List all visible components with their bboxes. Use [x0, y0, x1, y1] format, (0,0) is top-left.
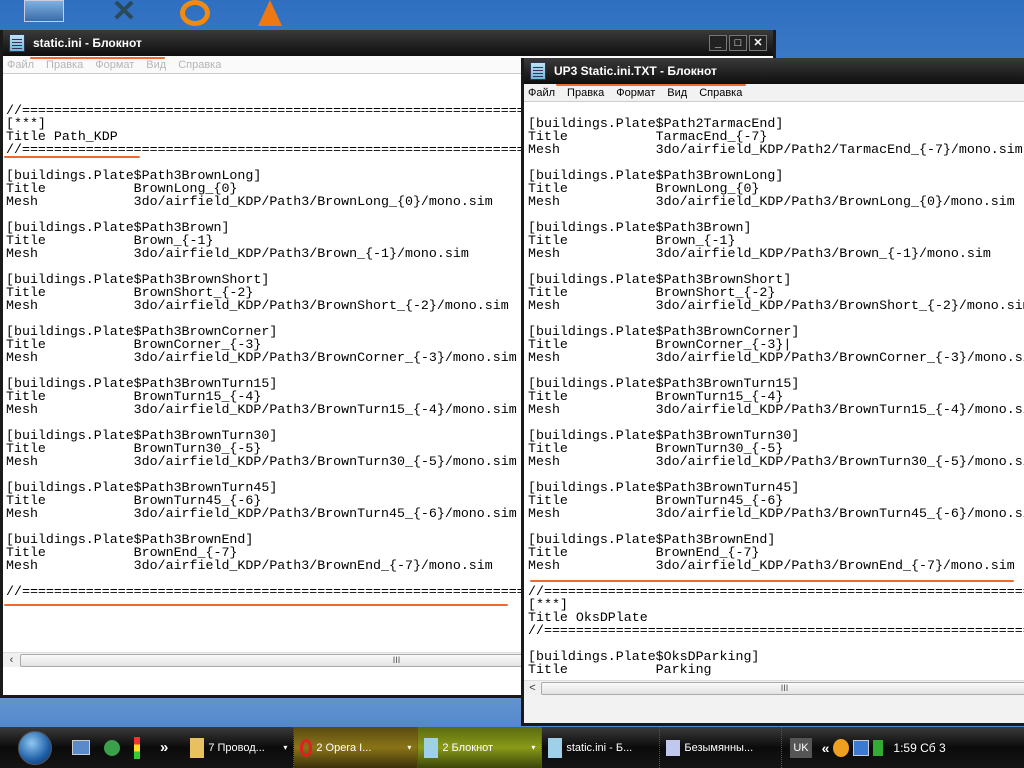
text-line: Mesh 3do/airfield_KDP/Path3/BrownLong_{0…: [528, 194, 1015, 209]
taskbar: » 7 Провод... ▾ 2 Opera I... ▾ 2 Блокнот ▾ …: [0, 727, 1024, 768]
tray-app-icon[interactable]: [833, 738, 850, 757]
menu-view[interactable]: Вид: [146, 59, 166, 71]
text-line: Mesh 3do/airfield_KDP/Path3/BrownEnd_{-7…: [528, 558, 1015, 573]
menu-help[interactable]: Справка: [178, 59, 221, 71]
text-line: //======================================…: [528, 584, 1024, 599]
taskbar-item-paint[interactable]: Безымянны...: [660, 727, 783, 768]
clock[interactable]: 1:59 Сб 3: [893, 741, 945, 755]
scroll-thumb[interactable]: III: [541, 681, 1024, 695]
annotation-underline: [530, 580, 1014, 582]
close-button[interactable]: ✕: [749, 35, 767, 51]
notepad-icon: [9, 34, 25, 52]
menu-help[interactable]: Справка: [699, 87, 742, 99]
minimize-button[interactable]: _: [709, 35, 727, 51]
text-line: Title Parking: [528, 662, 712, 677]
start-button[interactable]: [18, 730, 52, 765]
taskbar-item-opera[interactable]: 2 Opera I... ▾: [294, 727, 419, 768]
notepad-icon: [548, 737, 563, 758]
traffic-light-icon[interactable]: [134, 736, 140, 759]
annotation-underline: [4, 604, 508, 606]
annotation-underline: [4, 156, 140, 158]
tray-expand-button[interactable]: «: [822, 740, 830, 756]
language-indicator[interactable]: UK: [790, 737, 812, 758]
text-line: //======================================…: [528, 623, 1024, 638]
text-line: Mesh 3do/airfield_KDP/Path3/BrownCorner_…: [528, 350, 1024, 365]
title-bar[interactable]: static.ini - Блокнот _ □ ✕: [3, 30, 773, 56]
browser-icon[interactable]: [104, 739, 120, 756]
status-area: [524, 695, 1024, 723]
desktop-icon-opera[interactable]: [180, 0, 210, 26]
title-bar[interactable]: UP3 Static.ini.TXT - Блокнот: [524, 58, 1024, 84]
quicklaunch-more[interactable]: »: [160, 739, 168, 756]
menu-bar: Файл Правка Формат Вид Справка: [524, 84, 1024, 102]
horizontal-scrollbar[interactable]: < III: [524, 680, 1024, 695]
opera-icon: [300, 738, 313, 757]
network-icon[interactable]: [853, 739, 870, 756]
folder-icon: [190, 737, 205, 758]
scroll-left-icon[interactable]: <: [524, 682, 541, 694]
window-title: static.ini - Блокнот: [33, 36, 142, 50]
text-editor[interactable]: [buildings.Plate$Path2TarmacEnd] Title Ta…: [524, 104, 1024, 679]
maximize-button[interactable]: □: [729, 35, 747, 51]
menu-view[interactable]: Вид: [667, 87, 687, 99]
taskbar-item-static-ini[interactable]: static.ini - Б...: [542, 727, 661, 768]
text-line: Mesh 3do/airfield_KDP/Path2/TarmacEnd_{-…: [528, 142, 1023, 157]
text-line: Mesh 3do/airfield_KDP/Path3/BrownTurn30_…: [528, 454, 1024, 469]
paint-icon: [666, 739, 681, 756]
text-line: Mesh 3do/airfield_KDP/Path3/BrownTurn15_…: [528, 402, 1024, 417]
annotation-underline: [30, 57, 165, 59]
text-line: Mesh 3do/airfield_KDP/Path3/BrownTurn45_…: [528, 506, 1024, 521]
window-title: UP3 Static.ini.TXT - Блокнот: [554, 64, 717, 78]
desktop-icon-vlc[interactable]: [258, 0, 282, 26]
notepad-icon: [424, 737, 439, 758]
menu-file[interactable]: Файл: [7, 59, 34, 71]
menu-edit[interactable]: Правка: [567, 87, 604, 99]
menu-format[interactable]: Формат: [616, 87, 655, 99]
text-line: Mesh 3do/airfield_KDP/Path3/Brown_{-1}/m…: [528, 246, 991, 261]
scroll-left-icon[interactable]: ‹: [3, 654, 20, 666]
annotation-underline: [556, 84, 746, 86]
notepad-icon: [530, 62, 546, 80]
taskbar-item-explorer[interactable]: 7 Провод... ▾: [184, 727, 295, 768]
text-line: Mesh 3do/airfield_KDP/Path3/BrownShort_{…: [528, 298, 1024, 313]
desktop-icon-x[interactable]: ✕: [104, 0, 144, 28]
show-desktop-icon[interactable]: [72, 740, 90, 755]
safely-remove-icon[interactable]: [873, 739, 884, 756]
taskbar-item-notepad-group[interactable]: 2 Блокнот ▾: [418, 727, 543, 768]
menu-file[interactable]: Файл: [528, 87, 555, 99]
desktop-icon-computer[interactable]: [24, 0, 64, 22]
notepad-window-up3-static[interactable]: UP3 Static.ini.TXT - Блокнот Файл Правка…: [521, 58, 1024, 726]
menu-format[interactable]: Формат: [95, 59, 134, 71]
menu-edit[interactable]: Правка: [46, 59, 83, 71]
